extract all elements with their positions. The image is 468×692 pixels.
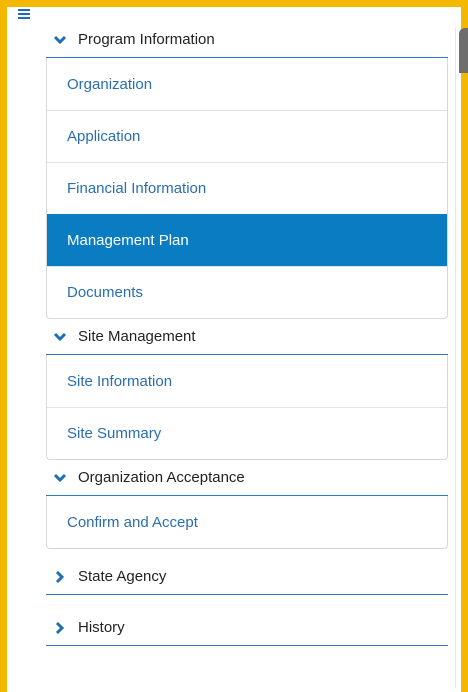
nav-item-label: Management Plan (67, 232, 189, 249)
section-title: Site Management (78, 328, 196, 345)
content-divider (455, 28, 456, 688)
nav-item-financial-information[interactable]: Financial Information (47, 162, 447, 214)
scrollbar-thumb[interactable] (459, 28, 468, 73)
sidebar-nav: Program Information Organization Applica… (46, 22, 448, 646)
section-items-organization-acceptance: Confirm and Accept (46, 496, 448, 549)
nav-item-application[interactable]: Application (47, 110, 447, 162)
nav-item-site-summary[interactable]: Site Summary (47, 407, 447, 459)
section-header-history[interactable]: History (46, 610, 448, 646)
nav-item-label: Documents (67, 284, 143, 301)
nav-item-label: Organization (67, 75, 153, 93)
hamburger-menu-icon[interactable] (18, 9, 34, 23)
nav-item-site-information[interactable]: Site Information (47, 355, 447, 407)
chevron-right-icon (52, 620, 68, 636)
nav-item-label: Financial Information (67, 180, 207, 197)
section-items-program-information: Organization Application Financial Infor… (46, 58, 448, 319)
nav-item-label: Confirm and Accept (67, 513, 198, 531)
nav-item-organization[interactable]: Organization (47, 58, 447, 110)
chevron-down-icon (52, 329, 68, 345)
section-header-state-agency[interactable]: State Agency (46, 559, 448, 595)
section-header-program-information[interactable]: Program Information (46, 22, 448, 58)
chevron-down-icon (52, 32, 68, 48)
section-title: Organization Acceptance (78, 469, 245, 486)
section-items-site-management: Site Information Site Summary (46, 355, 448, 460)
nav-item-confirm-and-accept[interactable]: Confirm and Accept (47, 496, 447, 548)
section-title: Program Information (78, 31, 215, 48)
nav-item-management-plan[interactable]: Management Plan (47, 214, 447, 266)
chevron-right-icon (52, 569, 68, 585)
nav-item-label: Application (67, 128, 141, 145)
chevron-down-icon (52, 470, 68, 486)
nav-item-label: Site Information (67, 372, 173, 390)
section-title: History (78, 619, 125, 636)
section-header-organization-acceptance[interactable]: Organization Acceptance (46, 460, 448, 496)
nav-item-label: Site Summary (67, 425, 162, 442)
nav-item-documents[interactable]: Documents (47, 266, 447, 318)
section-title: State Agency (78, 568, 167, 585)
section-header-site-management[interactable]: Site Management (46, 319, 448, 355)
